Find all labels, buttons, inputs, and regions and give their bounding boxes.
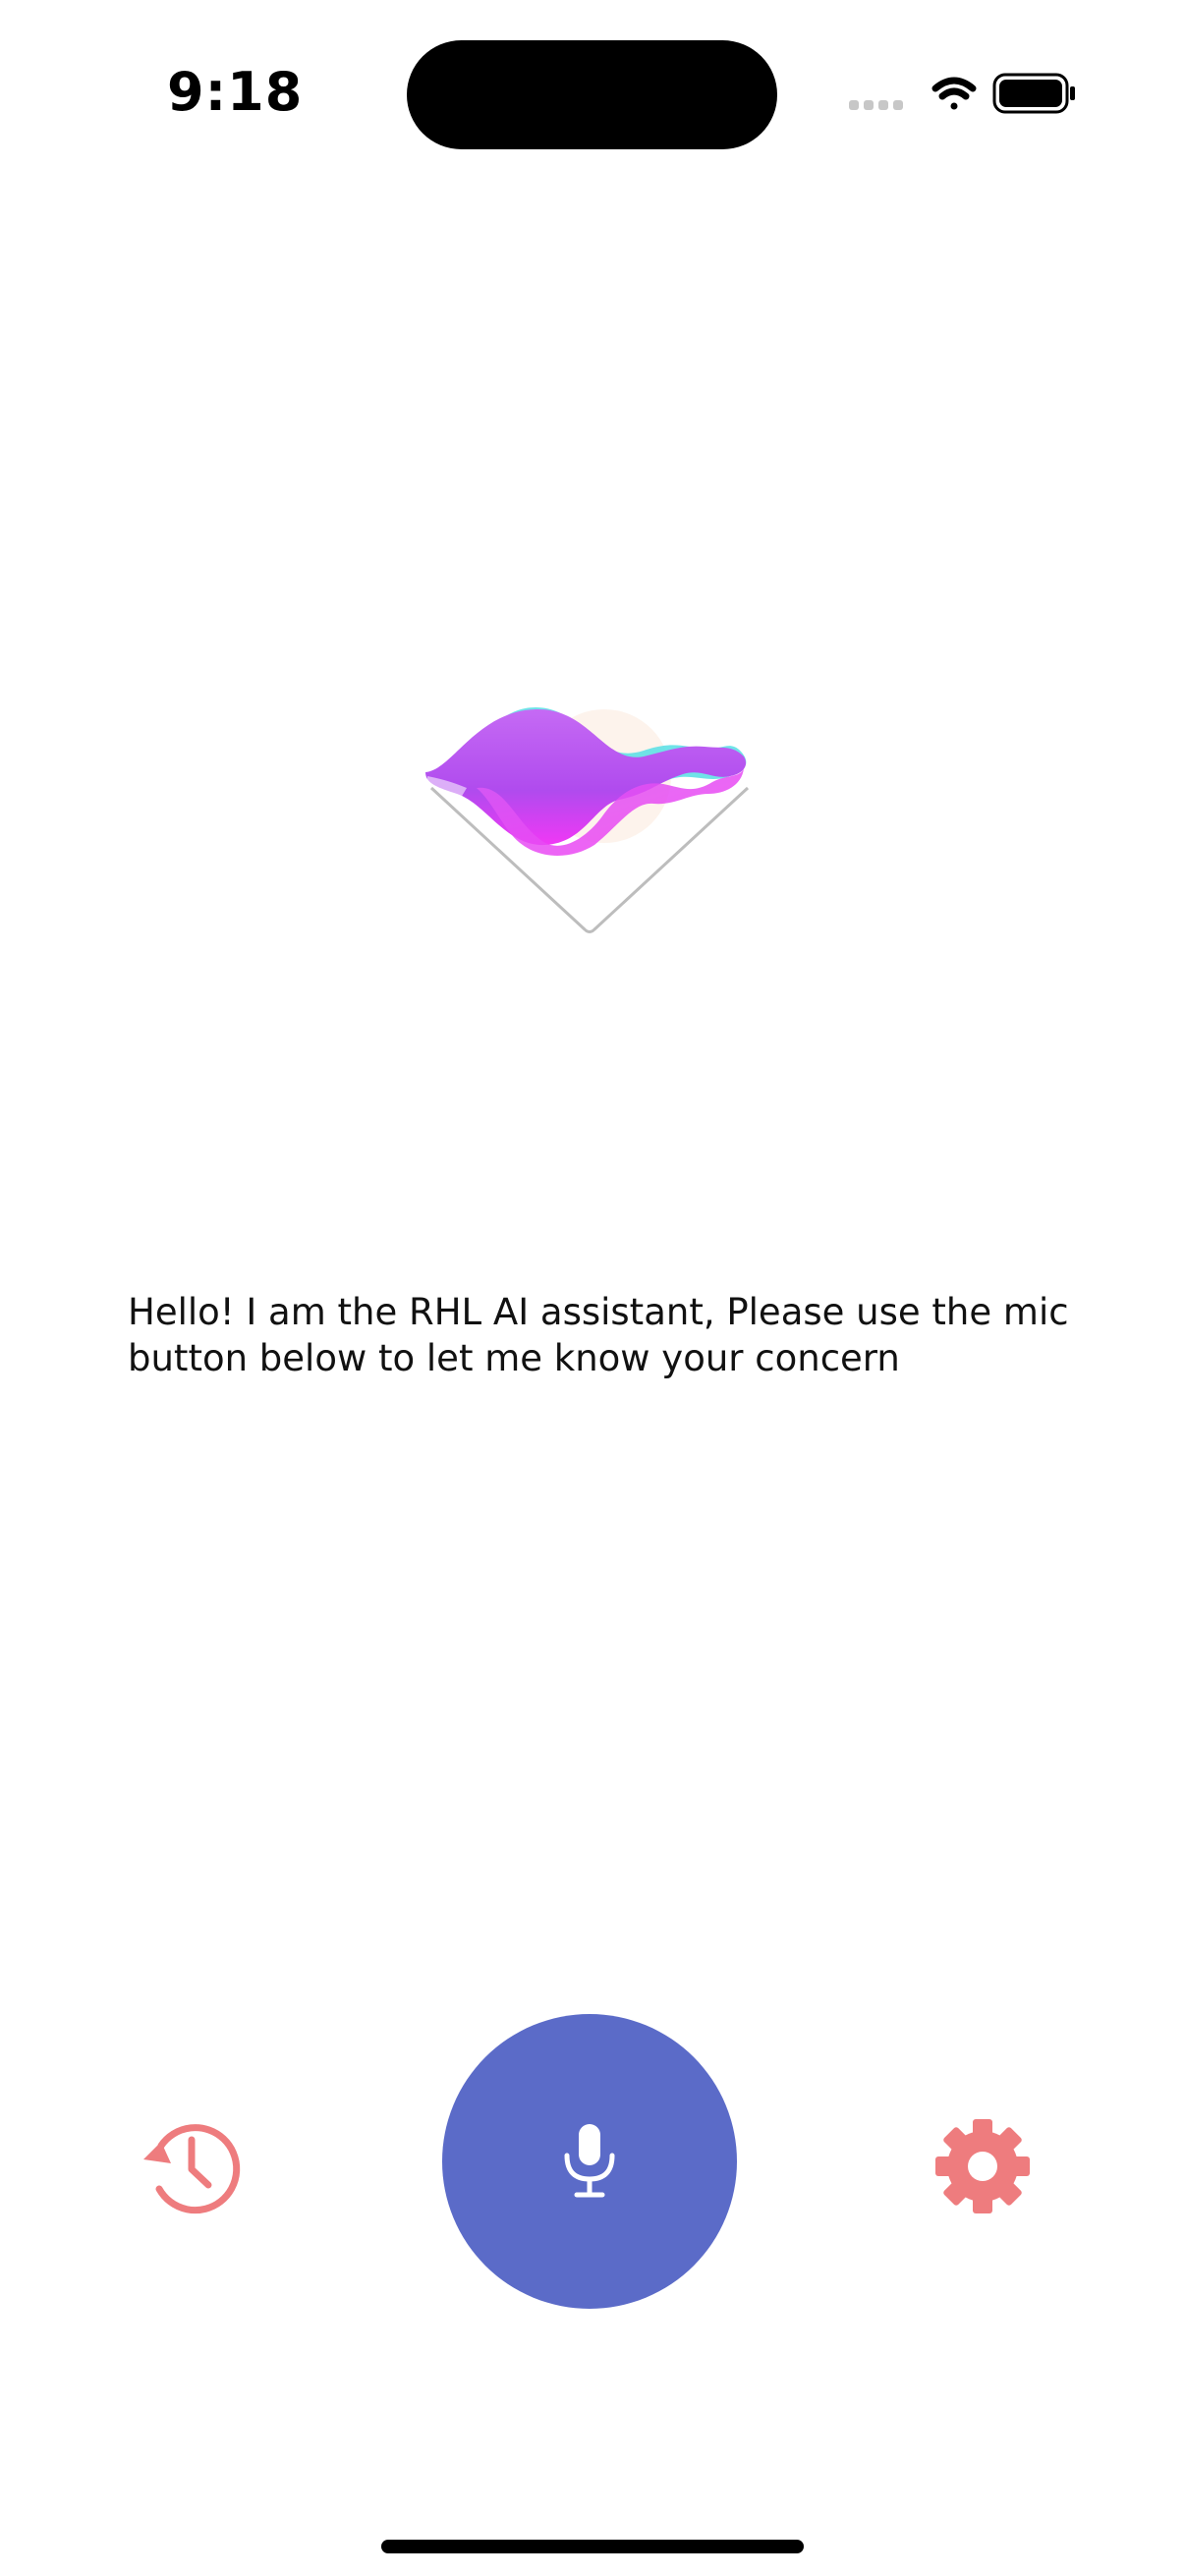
home-indicator[interactable] [381,2540,804,2553]
status-icons [845,71,1081,116]
mic-button[interactable] [442,2014,737,2309]
wifi-icon [931,77,977,110]
voice-wave-icon [418,678,758,943]
history-icon [143,2124,241,2214]
dynamic-island [407,40,777,149]
assistant-greeting-text: Hello! I am the RHL AI assistant, Please… [128,1291,1069,1379]
battery-icon [992,73,1075,114]
cellular-signal-icon [849,100,903,110]
history-button[interactable] [138,2112,246,2220]
gear-icon [935,2119,1030,2213]
microphone-icon [564,2124,615,2198]
settings-button[interactable] [929,2112,1037,2220]
status-time: 9:18 [167,61,304,123]
